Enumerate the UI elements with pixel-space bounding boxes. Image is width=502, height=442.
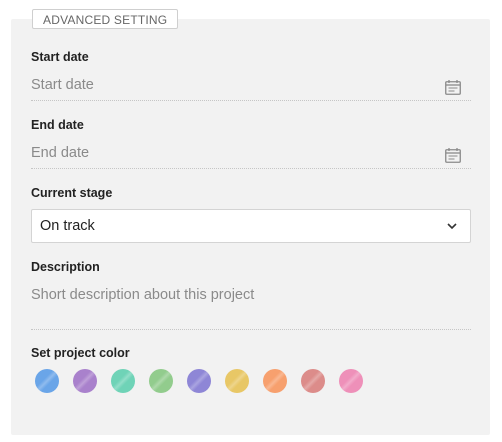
calendar-icon[interactable] bbox=[445, 80, 461, 95]
color-swatch[interactable] bbox=[73, 369, 97, 393]
chevron-down-icon[interactable] bbox=[446, 221, 458, 231]
description-label: Description bbox=[31, 260, 100, 274]
start-date-label: Start date bbox=[31, 50, 89, 64]
current-stage-value: On track bbox=[40, 218, 95, 234]
advanced-setting-tab: ADVANCED SETTING bbox=[32, 9, 179, 29]
color-swatch[interactable] bbox=[187, 369, 211, 393]
color-swatch[interactable] bbox=[301, 369, 325, 393]
color-swatch[interactable] bbox=[35, 369, 59, 393]
color-swatch[interactable] bbox=[111, 369, 135, 393]
current-stage-select[interactable]: On track bbox=[31, 209, 471, 243]
project-color-label: Set project color bbox=[31, 346, 130, 360]
start-date-field[interactable]: Start date bbox=[31, 71, 471, 101]
color-swatch-list bbox=[35, 369, 363, 393]
end-date-field[interactable]: End date bbox=[31, 139, 471, 169]
color-swatch[interactable] bbox=[149, 369, 173, 393]
color-swatch[interactable] bbox=[339, 369, 363, 393]
end-date-placeholder: End date bbox=[31, 145, 90, 161]
color-swatch[interactable] bbox=[263, 369, 287, 393]
end-date-label: End date bbox=[31, 118, 84, 132]
start-date-placeholder: Start date bbox=[31, 77, 94, 93]
description-placeholder: Short description about this project bbox=[31, 287, 255, 303]
color-swatch[interactable] bbox=[225, 369, 249, 393]
current-stage-label: Current stage bbox=[31, 186, 113, 200]
calendar-icon[interactable] bbox=[445, 148, 461, 163]
description-field[interactable]: Short description about this project bbox=[31, 278, 471, 330]
